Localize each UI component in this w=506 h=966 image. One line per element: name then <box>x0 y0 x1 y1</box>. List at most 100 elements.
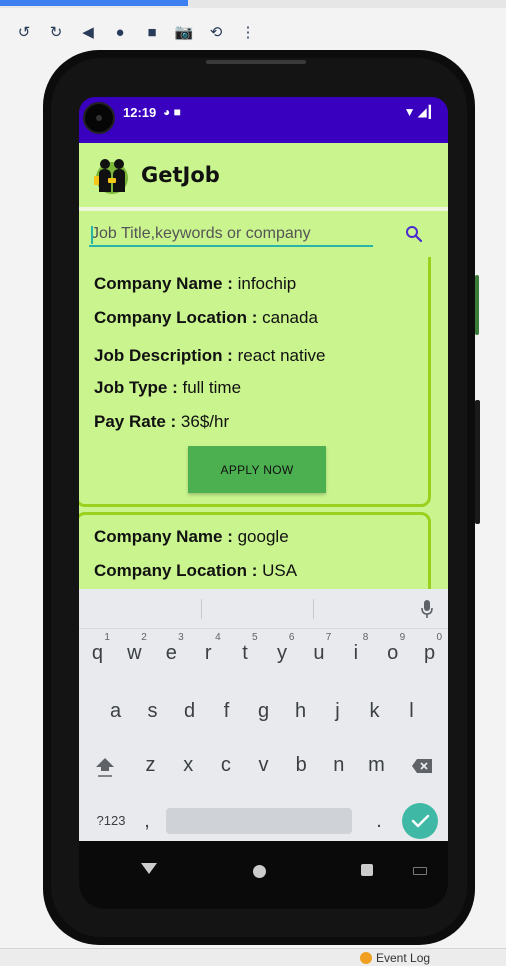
key-hint: 5 <box>251 632 258 643</box>
undo-icon[interactable]: ⟲ <box>208 24 224 41</box>
event-log-link[interactable]: Event Log <box>360 951 430 965</box>
emulator-progress-bar <box>0 0 188 6</box>
keyboard-row-2: asdfghjkl <box>79 687 448 735</box>
key-r[interactable]: 4r <box>190 629 227 677</box>
key-m[interactable]: m <box>358 741 396 789</box>
comma-key[interactable]: , <box>135 799 159 843</box>
key-q[interactable]: 1q <box>79 629 116 677</box>
key-hint: 9 <box>399 632 406 643</box>
enter-key[interactable] <box>402 803 438 839</box>
key-i[interactable]: 8i <box>337 629 374 677</box>
company-location-value: USA <box>257 561 298 580</box>
status-bar: 12:19 ◕ ■ ▼◢▎ <box>79 97 448 143</box>
backspace-icon <box>411 758 432 773</box>
suggestion-strip <box>79 589 448 629</box>
emulator-progress-track <box>0 0 506 8</box>
job-card[interactable]: Company Name : infochip Company Location… <box>79 257 431 507</box>
text-cursor <box>91 226 93 244</box>
company-name-value: google <box>232 527 289 546</box>
nav-home-icon[interactable] <box>253 865 266 878</box>
nav-recents-icon[interactable] <box>361 864 373 876</box>
overview-icon[interactable]: ■ <box>144 24 160 41</box>
soft-keyboard: 1q2w3e4r5t6y7u8i9o0p asdfghjkl zxcvbnm ?… <box>79 589 448 841</box>
volume-button[interactable] <box>475 275 479 335</box>
key-label: o <box>387 642 399 664</box>
key-v[interactable]: v <box>245 741 283 789</box>
company-location-label: Company Location : <box>94 308 258 327</box>
key-j[interactable]: j <box>319 687 356 735</box>
key-f[interactable]: f <box>208 687 245 735</box>
keyboard-switch-icon[interactable] <box>413 867 427 875</box>
key-p[interactable]: 0p <box>411 629 448 677</box>
period-key[interactable]: . <box>367 799 391 843</box>
job-type-label: Job Type : <box>94 378 178 397</box>
rotate-right-icon[interactable]: ↻ <box>48 24 64 41</box>
back-icon[interactable]: ◀ <box>80 24 96 41</box>
company-location-value: canada <box>257 308 318 327</box>
company-name-field: Company Name : google <box>94 527 428 547</box>
key-w[interactable]: 2w <box>116 629 153 677</box>
key-label: t <box>242 642 248 664</box>
power-button[interactable] <box>475 400 480 524</box>
key-label: y <box>276 642 287 664</box>
job-description-value: react native <box>232 346 326 365</box>
key-label: r <box>204 642 212 664</box>
status-time: 12:19 <box>123 105 157 120</box>
key-s[interactable]: s <box>134 687 171 735</box>
suggestion-divider <box>313 599 314 619</box>
apply-now-button[interactable]: APPLY NOW <box>188 446 326 493</box>
keyboard-row-3-letters: zxcvbnm <box>132 741 396 789</box>
key-hint: 6 <box>288 632 295 643</box>
job-type-value: full time <box>177 378 242 397</box>
job-description-field: Job Description : react native <box>94 346 428 366</box>
symbols-key[interactable]: ?123 <box>79 799 143 843</box>
key-c[interactable]: c <box>207 741 245 789</box>
device-screen: 12:19 ◕ ■ ▼◢▎ GetJob Company Name : info… <box>79 97 448 909</box>
key-label: q <box>91 642 104 664</box>
key-g[interactable]: g <box>245 687 282 735</box>
search-icon[interactable] <box>405 225 423 243</box>
keyboard-row-3: zxcvbnm <box>79 741 448 789</box>
notification-icons: ◕ ■ <box>163 105 181 119</box>
key-h[interactable]: h <box>282 687 319 735</box>
search-bar <box>79 211 448 257</box>
microphone-icon[interactable] <box>420 599 434 619</box>
search-input[interactable] <box>89 223 373 247</box>
key-hint: 0 <box>436 632 443 643</box>
company-name-label: Company Name : <box>94 274 233 293</box>
front-camera-icon <box>83 102 115 134</box>
nav-back-icon[interactable] <box>141 863 157 874</box>
key-l[interactable]: l <box>393 687 430 735</box>
key-k[interactable]: k <box>356 687 393 735</box>
key-hint: 4 <box>215 632 221 643</box>
key-hint: 7 <box>325 632 332 643</box>
job-card[interactable]: Company Name : google Company Location :… <box>79 512 431 589</box>
key-o[interactable]: 9o <box>374 629 411 677</box>
key-hint: 2 <box>141 632 147 643</box>
key-n[interactable]: n <box>320 741 358 789</box>
key-label: e <box>165 642 177 664</box>
home-icon[interactable]: ● <box>112 24 128 41</box>
key-b[interactable]: b <box>282 741 320 789</box>
key-t[interactable]: 5t <box>227 629 264 677</box>
key-z[interactable]: z <box>132 741 170 789</box>
key-e[interactable]: 3e <box>153 629 190 677</box>
key-y[interactable]: 6y <box>264 629 301 677</box>
more-icon[interactable]: ⋮ <box>240 24 256 41</box>
emulator-toolbar: ↺ ↻ ◀ ● ■ 📷 ⟲ ⋮ <box>0 18 506 46</box>
rotate-left-icon[interactable]: ↺ <box>16 24 32 41</box>
space-key[interactable] <box>166 808 352 834</box>
backspace-key[interactable] <box>395 741 448 789</box>
key-a[interactable]: a <box>97 687 134 735</box>
company-name-value: infochip <box>232 274 297 293</box>
company-name-label: Company Name : <box>94 527 233 546</box>
key-u[interactable]: 7u <box>300 629 337 677</box>
key-x[interactable]: x <box>169 741 207 789</box>
camera-icon[interactable]: 📷 <box>175 24 194 41</box>
app-title: GetJob <box>141 163 220 187</box>
key-d[interactable]: d <box>171 687 208 735</box>
shift-key[interactable] <box>79 741 132 789</box>
speaker-grille <box>206 60 306 64</box>
company-name-field: Company Name : infochip <box>94 274 428 294</box>
job-list[interactable]: Company Name : infochip Company Location… <box>79 257 448 589</box>
